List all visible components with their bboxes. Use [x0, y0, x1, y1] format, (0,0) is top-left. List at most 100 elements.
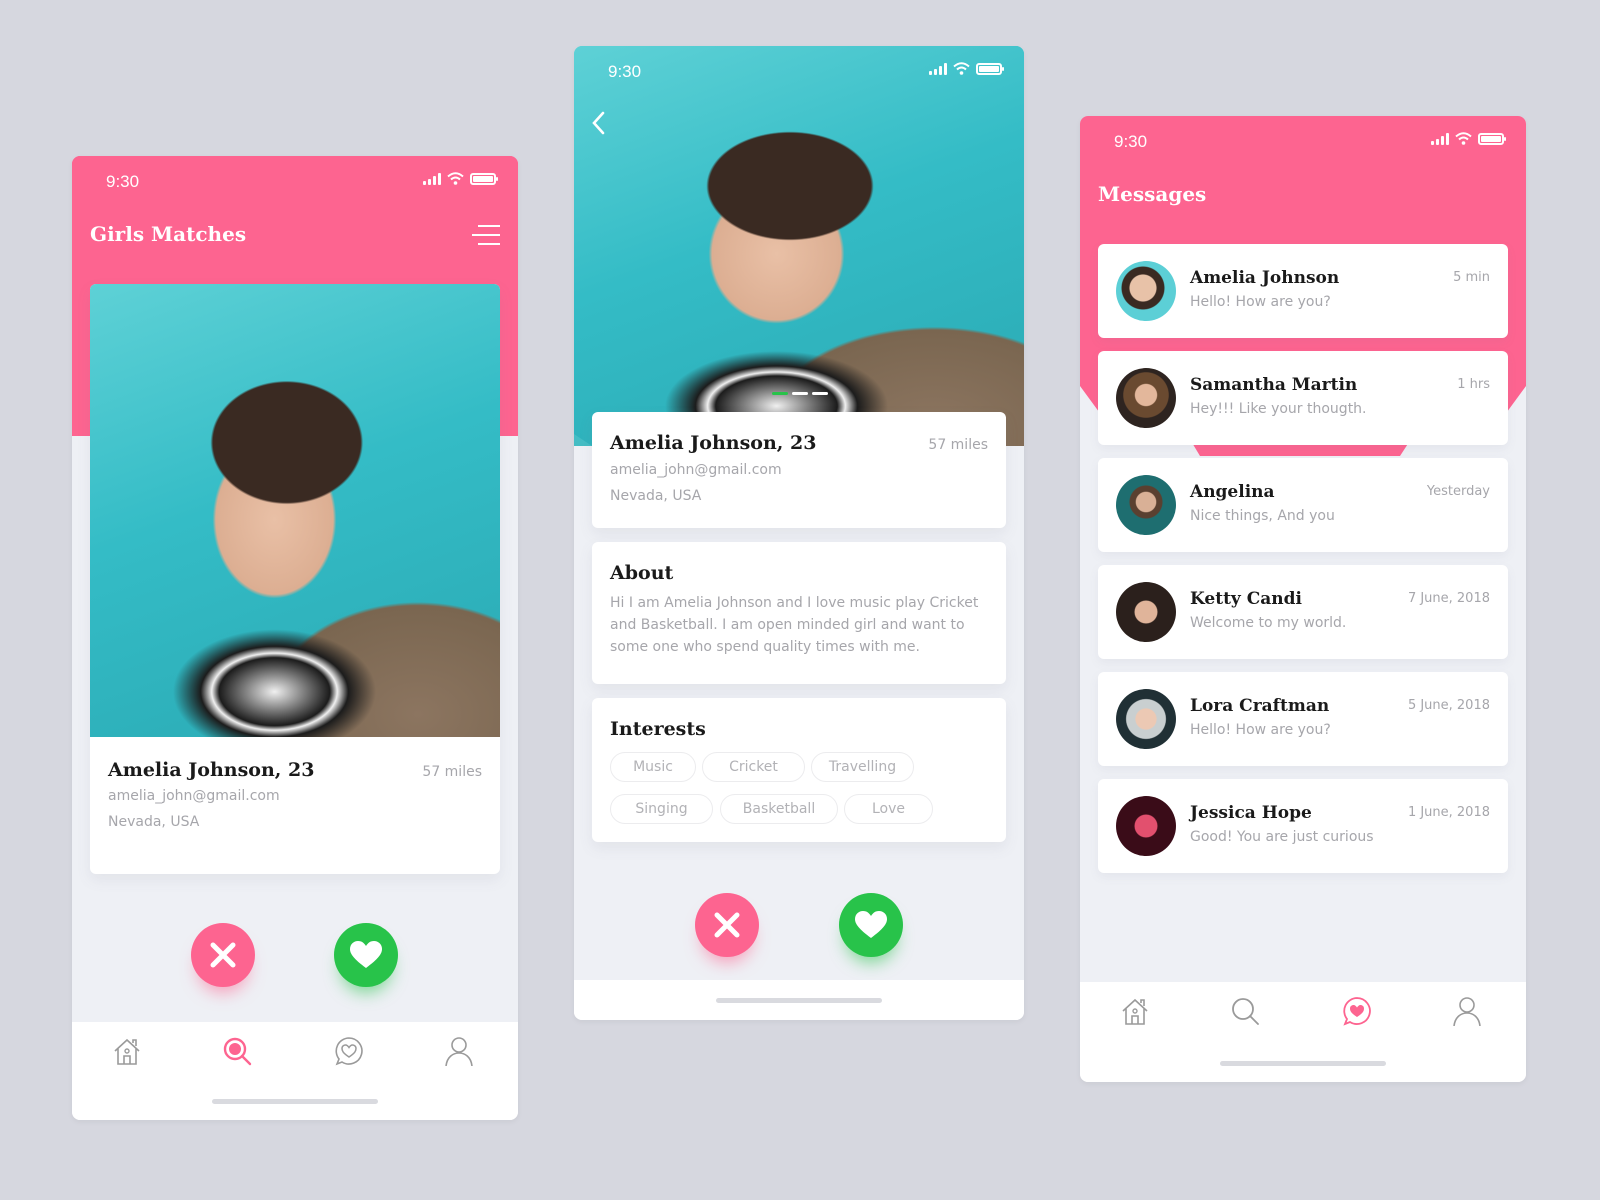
- like-button[interactable]: [839, 893, 903, 957]
- profile-photo: [574, 46, 1024, 446]
- signal-icon: [423, 172, 441, 185]
- message-time: 5 min: [1453, 270, 1490, 285]
- heart-icon: [350, 941, 382, 968]
- profile-name: Amelia Johnson, 23: [610, 432, 817, 454]
- about-card: About Hi I am Amelia Johnson and I love …: [592, 542, 1006, 684]
- tab-home[interactable]: [1120, 996, 1150, 1026]
- battery-icon: [1478, 132, 1506, 145]
- screen-messages: 9:30 Messages Amelia Johnson Hello! How …: [1080, 116, 1526, 1082]
- screen-profile-detail: 9:30 Amelia Johnson, 23 57 miles amelia_…: [574, 46, 1024, 1020]
- avatar: [1116, 689, 1176, 749]
- tab-search[interactable]: [1230, 996, 1260, 1026]
- message-preview: Hello! How are you?: [1190, 722, 1331, 738]
- message-time: 7 June, 2018: [1407, 591, 1490, 606]
- tab-search[interactable]: [222, 1036, 252, 1066]
- home-indicator: [716, 998, 882, 1003]
- battery-icon: [470, 172, 498, 185]
- avatar: [1116, 582, 1176, 642]
- tab-messages[interactable]: [1342, 996, 1372, 1026]
- interest-chip[interactable]: Singing: [610, 794, 713, 824]
- tab-bar: [72, 1022, 518, 1120]
- signal-icon: [929, 62, 947, 75]
- heart-icon: [855, 911, 887, 938]
- message-sender: Lora Craftman: [1190, 696, 1330, 716]
- message-item[interactable]: Jessica Hope Good! You are just curious …: [1098, 779, 1508, 873]
- message-item[interactable]: Amelia Johnson Hello! How are you? 5 min: [1098, 244, 1508, 338]
- message-sender: Amelia Johnson: [1190, 268, 1340, 288]
- profile-location: Nevada, USA: [108, 814, 200, 830]
- interest-chip[interactable]: Basketball: [720, 794, 838, 824]
- message-preview: Good! You are just curious: [1190, 829, 1374, 845]
- message-sender: Samantha Martin: [1190, 375, 1358, 395]
- screen-girls-matches: 9:30 Girls Matches Amelia Johnson, 23 57…: [72, 156, 518, 1120]
- profile-email: amelia_john@gmail.com: [610, 462, 782, 478]
- dislike-button[interactable]: [695, 893, 759, 957]
- close-icon: [714, 912, 740, 938]
- message-sender: Angelina: [1190, 482, 1275, 502]
- message-preview: Nice things, And you: [1190, 508, 1335, 524]
- message-time: Yesterday: [1426, 484, 1490, 499]
- message-item[interactable]: Ketty Candi Welcome to my world. 7 June,…: [1098, 565, 1508, 659]
- interest-chip[interactable]: Music: [610, 752, 696, 782]
- battery-icon: [976, 62, 1004, 75]
- profile-distance: 57 miles: [928, 437, 988, 453]
- message-item[interactable]: Angelina Nice things, And you Yesterday: [1098, 458, 1508, 552]
- carousel-dot[interactable]: [792, 392, 808, 395]
- message-time: 5 June, 2018: [1407, 698, 1490, 713]
- like-button[interactable]: [334, 923, 398, 987]
- wifi-icon: [953, 62, 970, 75]
- message-time: 1 June, 2018: [1407, 805, 1490, 820]
- avatar: [1116, 261, 1176, 321]
- profile-email: amelia_john@gmail.com: [108, 788, 280, 804]
- profile-distance: 57 miles: [422, 764, 482, 780]
- about-text: Hi I am Amelia Johnson and I love music …: [610, 595, 979, 655]
- status-bar: 9:30: [1080, 116, 1526, 166]
- status-bar: 9:30: [72, 156, 518, 206]
- message-preview: Hello! How are you?: [1190, 294, 1331, 310]
- home-indicator: [212, 1099, 378, 1104]
- interests-card: Interests Music Cricket Travelling Singi…: [592, 698, 1006, 842]
- profile-card[interactable]: Amelia Johnson, 23 57 miles amelia_john@…: [90, 284, 500, 874]
- signal-icon: [1431, 132, 1449, 145]
- status-time: 9:30: [608, 62, 642, 81]
- tab-bar: [1080, 982, 1526, 1082]
- profile-info-card: Amelia Johnson, 23 57 miles amelia_john@…: [592, 412, 1006, 528]
- message-item[interactable]: Samantha Martin Hey!!! Like your thougth…: [1098, 351, 1508, 445]
- carousel-dot[interactable]: [812, 392, 828, 395]
- wifi-icon: [1455, 132, 1472, 145]
- avatar: [1116, 368, 1176, 428]
- profile-photo: [90, 284, 500, 737]
- profile-name: Amelia Johnson, 23: [108, 759, 315, 781]
- status-bar: 9:30: [574, 46, 1024, 96]
- page-title: Messages: [1098, 182, 1207, 206]
- interest-chip[interactable]: Love: [844, 794, 933, 824]
- menu-icon[interactable]: [472, 224, 500, 246]
- interest-chip[interactable]: Cricket: [702, 752, 805, 782]
- message-preview: Welcome to my world.: [1190, 615, 1347, 631]
- message-sender: Jessica Hope: [1190, 803, 1312, 823]
- wifi-icon: [447, 172, 464, 185]
- tab-profile[interactable]: [1452, 996, 1482, 1026]
- interests-heading: Interests: [610, 718, 706, 740]
- carousel-indicator: [772, 392, 828, 395]
- carousel-dot-active[interactable]: [772, 392, 788, 395]
- profile-location: Nevada, USA: [610, 488, 702, 504]
- status-time: 9:30: [1114, 132, 1148, 151]
- close-icon: [210, 942, 236, 968]
- back-button[interactable]: [590, 110, 608, 136]
- about-heading: About: [610, 562, 674, 584]
- message-item[interactable]: Lora Craftman Hello! How are you? 5 June…: [1098, 672, 1508, 766]
- message-sender: Ketty Candi: [1190, 589, 1302, 609]
- tab-home[interactable]: [112, 1036, 142, 1066]
- dislike-button[interactable]: [191, 923, 255, 987]
- message-preview: Hey!!! Like your thougth.: [1190, 401, 1367, 417]
- avatar: [1116, 796, 1176, 856]
- message-time: 1 hrs: [1457, 377, 1490, 392]
- interest-chip[interactable]: Travelling: [811, 752, 914, 782]
- tab-profile[interactable]: [444, 1036, 474, 1066]
- bottom-bar: [574, 980, 1024, 1020]
- avatar: [1116, 475, 1176, 535]
- page-title: Girls Matches: [90, 222, 247, 246]
- tab-messages[interactable]: [334, 1036, 364, 1066]
- home-indicator: [1220, 1061, 1386, 1066]
